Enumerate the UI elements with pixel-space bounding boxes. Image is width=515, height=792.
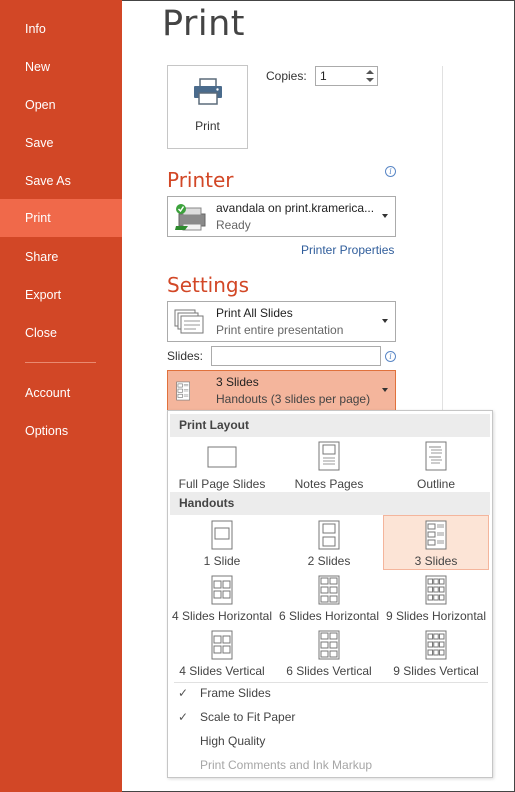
nav-export[interactable]: Export: [0, 276, 122, 314]
chevron-up-icon[interactable]: [366, 70, 374, 74]
chevron-down-icon[interactable]: [366, 78, 374, 82]
option-6-slides-vertical[interactable]: 6 Slides Vertical: [276, 626, 382, 679]
handouts-header: Handouts: [170, 492, 490, 515]
layout-subtitle: Handouts (3 slides per page): [216, 392, 371, 406]
menu-divider: [174, 682, 488, 683]
print-range-subtitle: Print entire presentation: [216, 323, 344, 337]
option-label: 3 Slides: [414, 554, 458, 568]
option-label: 9 Slides Vertical: [393, 664, 479, 678]
nav-info[interactable]: Info: [0, 10, 122, 48]
option-4-slides-horizontal[interactable]: 4 Slides Horizontal: [169, 571, 275, 624]
nav-open[interactable]: Open: [0, 86, 122, 124]
nav-new[interactable]: New: [0, 48, 122, 86]
print-range-title: Print All Slides: [216, 306, 293, 320]
slides-label: Slides:: [167, 349, 204, 363]
printer-properties-link[interactable]: Printer Properties: [301, 243, 394, 257]
printer-section-title: Printer: [167, 168, 234, 192]
handout-4-horizontal-icon: [211, 575, 233, 605]
option-outline[interactable]: Outline: [383, 439, 489, 492]
nav-close[interactable]: Close: [0, 314, 122, 352]
caret-down-icon: [382, 388, 388, 392]
print-button-label: Print: [195, 119, 220, 133]
printer-status: Ready: [216, 218, 251, 232]
handout-3-slides-icon: [176, 381, 190, 401]
nav-divider: [25, 362, 96, 363]
settings-section-title: Settings: [167, 273, 250, 297]
toggle-frame-slides[interactable]: Frame Slides: [200, 686, 271, 700]
option-full-page-slides[interactable]: Full Page Slides: [169, 439, 275, 492]
slides-stack-icon: [174, 309, 204, 334]
option-9-slides-horizontal[interactable]: 9 Slides Horizontal: [383, 571, 489, 624]
full-page-slide-icon: [207, 446, 237, 468]
toggle-print-comments: Print Comments and Ink Markup: [200, 758, 373, 772]
handout-9-horizontal-icon: [425, 575, 447, 605]
info-icon[interactable]: i: [385, 166, 396, 177]
notes-page-icon: [318, 441, 340, 471]
nav-share[interactable]: Share: [0, 238, 122, 276]
printer-name: avandala on print.kramerica...: [216, 201, 375, 215]
handout-1-slide-icon: [211, 520, 233, 550]
option-6-slides-horizontal[interactable]: 6 Slides Horizontal: [276, 571, 382, 624]
nav-options[interactable]: Options: [0, 412, 122, 450]
layout-gallery-popup: Print Layout Full Page Slides Notes Page…: [167, 410, 493, 778]
option-3-slides[interactable]: 3 Slides: [383, 515, 489, 570]
preview-divider: [442, 66, 443, 411]
option-label: Outline: [416, 477, 456, 491]
layout-dropdown[interactable]: 3 Slides Handouts (3 slides per page): [167, 370, 396, 411]
caret-down-icon: [382, 319, 388, 323]
checkmark-icon: ✓: [178, 686, 189, 700]
handout-4-vertical-icon: [211, 630, 233, 660]
backstage-sidebar: Info New Open Save Save As Print Share E…: [0, 0, 122, 792]
option-4-slides-vertical[interactable]: 4 Slides Vertical: [169, 626, 275, 679]
caret-down-icon: [382, 214, 388, 218]
toggle-high-quality[interactable]: High Quality: [200, 734, 265, 748]
print-layout-header: Print Layout: [170, 414, 490, 437]
handout-9-vertical-icon: [425, 630, 447, 660]
option-2-slides[interactable]: 2 Slides: [276, 516, 382, 569]
handout-3-slides-icon: [425, 520, 447, 550]
info-icon[interactable]: i: [385, 351, 396, 362]
layout-title: 3 Slides: [216, 375, 259, 389]
outline-icon: [425, 441, 447, 471]
option-9-slides-vertical[interactable]: 9 Slides Vertical: [383, 626, 489, 679]
copies-value[interactable]: 1: [320, 69, 327, 83]
checkmark-icon: ✓: [178, 710, 189, 724]
page-title: Print: [162, 4, 246, 44]
nav-print[interactable]: Print: [0, 199, 122, 237]
printer-device-icon: [175, 204, 206, 231]
printer-icon: [194, 78, 222, 105]
handout-6-horizontal-icon: [318, 575, 340, 605]
copies-stepper[interactable]: 1: [315, 66, 378, 86]
option-1-slide[interactable]: 1 Slide: [169, 516, 275, 569]
copies-label: Copies:: [266, 69, 307, 83]
option-notes-pages[interactable]: Notes Pages: [276, 439, 382, 492]
printer-dropdown[interactable]: avandala on print.kramerica... Ready: [167, 196, 396, 237]
handout-6-vertical-icon: [318, 630, 340, 660]
print-button[interactable]: Print: [167, 65, 248, 149]
copies-spin-buttons[interactable]: [363, 67, 377, 85]
slides-input[interactable]: [211, 346, 381, 366]
nav-account[interactable]: Account: [0, 374, 122, 412]
handout-2-slides-icon: [318, 520, 340, 550]
nav-save[interactable]: Save: [0, 124, 122, 162]
nav-save-as[interactable]: Save As: [0, 162, 122, 200]
option-label: 9 Slides Horizontal: [385, 609, 487, 623]
toggle-scale-to-fit[interactable]: Scale to Fit Paper: [200, 710, 295, 724]
print-range-dropdown[interactable]: Print All Slides Print entire presentati…: [167, 301, 396, 342]
